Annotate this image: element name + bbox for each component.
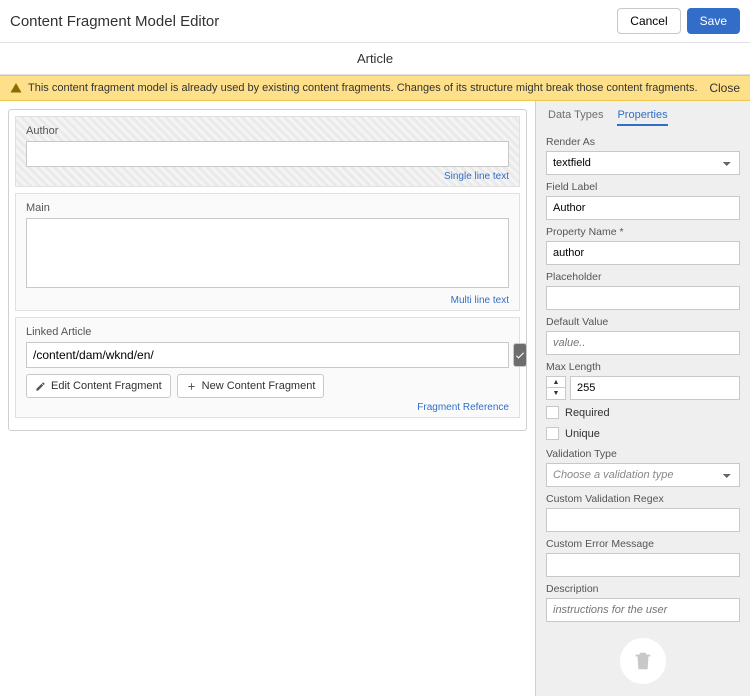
top-actions: Cancel Save — [617, 8, 740, 34]
field-main-label: Main — [26, 202, 509, 214]
trash-icon — [632, 650, 654, 672]
property-name-input[interactable] — [546, 241, 740, 265]
unique-label: Unique — [565, 428, 600, 440]
field-linked-path-input[interactable] — [26, 342, 509, 368]
field-linked-type: Fragment Reference — [26, 402, 509, 413]
check-icon — [514, 349, 526, 361]
field-label-label: Field Label — [546, 181, 740, 193]
required-checkbox[interactable] — [546, 406, 559, 419]
placeholder-input[interactable] — [546, 286, 740, 310]
plus-icon — [186, 381, 197, 392]
field-linked-label: Linked Article — [26, 326, 509, 338]
banner-close[interactable]: Close — [709, 81, 740, 95]
custom-error-label: Custom Error Message — [546, 538, 740, 550]
render-as-select[interactable]: textfield — [546, 151, 740, 175]
default-value-label: Default Value — [546, 316, 740, 328]
default-value-input[interactable] — [546, 331, 740, 355]
description-label: Description — [546, 583, 740, 595]
placeholder-label: Placeholder — [546, 271, 740, 283]
model-name-header: Article — [0, 43, 750, 75]
warning-text: This content fragment model is already u… — [28, 82, 698, 94]
new-content-fragment-button[interactable]: New Content Fragment — [177, 374, 325, 398]
field-author[interactable]: Author Single line text — [15, 116, 520, 187]
custom-regex-label: Custom Validation Regex — [546, 493, 740, 505]
right-sidebar: Data Types Properties Render As textfiel… — [535, 101, 750, 696]
max-length-stepper[interactable]: ▲ ▼ — [546, 376, 566, 400]
field-main-input[interactable] — [26, 218, 509, 288]
max-length-label: Max Length — [546, 361, 740, 373]
render-as-label: Render As — [546, 136, 740, 148]
delete-field-button[interactable] — [620, 638, 666, 684]
page-title: Content Fragment Model Editor — [10, 13, 219, 30]
custom-regex-input[interactable] — [546, 508, 740, 532]
pencil-icon — [35, 381, 46, 392]
field-main-type: Multi line text — [26, 295, 509, 306]
validation-type-label: Validation Type — [546, 448, 740, 460]
property-name-label: Property Name * — [546, 226, 740, 238]
save-button[interactable]: Save — [687, 8, 740, 34]
editor-canvas: Author Single line text Main Multi line … — [0, 101, 535, 696]
top-bar: Content Fragment Model Editor Cancel Sav… — [0, 0, 750, 43]
field-main[interactable]: Main Multi line text — [15, 193, 520, 311]
validation-type-select[interactable]: Choose a validation type — [546, 463, 740, 487]
custom-error-input[interactable] — [546, 553, 740, 577]
stepper-down-icon[interactable]: ▼ — [547, 388, 565, 399]
description-input[interactable] — [546, 598, 740, 622]
field-author-type: Single line text — [26, 171, 509, 182]
warning-icon — [10, 82, 22, 94]
field-label-input[interactable] — [546, 196, 740, 220]
tab-data-types[interactable]: Data Types — [548, 109, 603, 126]
field-author-input[interactable] — [26, 141, 509, 167]
tab-properties[interactable]: Properties — [617, 109, 667, 126]
warning-banner: This content fragment model is already u… — [0, 75, 750, 101]
stepper-up-icon[interactable]: ▲ — [547, 377, 565, 388]
cancel-button[interactable]: Cancel — [617, 8, 680, 34]
field-linked-confirm-button[interactable] — [513, 343, 527, 367]
edit-content-fragment-button[interactable]: Edit Content Fragment — [26, 374, 171, 398]
field-author-label: Author — [26, 125, 509, 137]
required-label: Required — [565, 407, 610, 419]
unique-checkbox[interactable] — [546, 427, 559, 440]
max-length-input[interactable] — [570, 376, 740, 400]
field-linked-article[interactable]: Linked Article Edit Content Fragment New… — [15, 317, 520, 418]
